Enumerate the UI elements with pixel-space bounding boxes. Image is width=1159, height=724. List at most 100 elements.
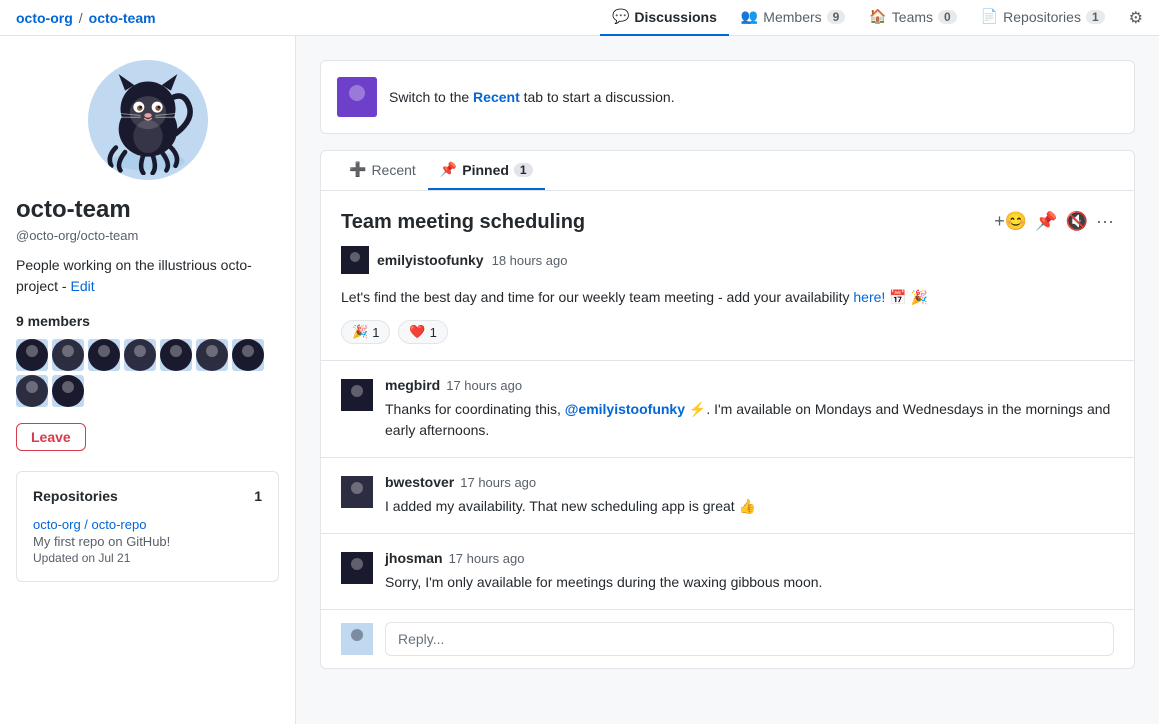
- octocat-svg: [93, 65, 203, 175]
- mention-1[interactable]: @emilyistoofunky: [565, 401, 685, 417]
- comment-1: megbird 17 hours ago Thanks for coordina…: [321, 361, 1134, 458]
- comment-meta-2: bwestover 17 hours ago: [385, 474, 1114, 490]
- comment-time-3: 17 hours ago: [449, 551, 525, 566]
- member-avatar: [88, 339, 120, 371]
- repo-updated: Updated on Jul 21: [33, 551, 262, 565]
- member-avatar: [16, 339, 48, 371]
- more-options-icon[interactable]: ···: [1096, 211, 1114, 232]
- member-avatar: [196, 339, 228, 371]
- comment-time-1: 17 hours ago: [446, 378, 522, 393]
- post-title: Team meeting scheduling: [341, 211, 585, 234]
- main-layout: octo-team @octo-org/octo-team People wor…: [0, 36, 1159, 724]
- comment-meta-1: megbird 17 hours ago: [385, 377, 1114, 393]
- comment-body-2: I added my availability. That new schedu…: [385, 496, 1114, 517]
- mute-icon[interactable]: 🔇: [1066, 211, 1088, 232]
- comment-body-1: Thanks for coordinating this, @emilyisto…: [385, 399, 1114, 441]
- team-description: People working on the illustrious octo-p…: [16, 255, 279, 297]
- settings-icon[interactable]: ⚙: [1129, 8, 1143, 28]
- comment-meta-3: jhosman 17 hours ago: [385, 550, 1114, 566]
- team-avatar: [88, 60, 208, 180]
- pinned-count: 1: [514, 163, 533, 177]
- repositories-section: Repositories 1 octo-org / octo-repo My f…: [16, 471, 279, 582]
- post-time: 18 hours ago: [492, 253, 568, 268]
- sidebar: octo-team @octo-org/octo-team People wor…: [0, 36, 296, 724]
- repo-description: My first repo on GitHub!: [33, 534, 262, 549]
- repositories-count: 1: [254, 488, 262, 504]
- org-link[interactable]: octo-org: [16, 10, 73, 26]
- reaction-party[interactable]: 🎉 1: [341, 320, 390, 344]
- leave-button[interactable]: Leave: [16, 423, 86, 451]
- tab-discussions[interactable]: 💬 Discussions: [600, 0, 729, 36]
- member-avatar: [16, 375, 48, 407]
- tab-discussions-label: Discussions: [634, 9, 716, 25]
- member-avatar: [52, 339, 84, 371]
- post-header: Team meeting scheduling +😊 📌 🔇 ···: [341, 211, 1114, 234]
- member-avatar: [124, 339, 156, 371]
- comment-content-1: megbird 17 hours ago Thanks for coordina…: [385, 377, 1114, 441]
- nav-tabs: 💬 Discussions 👥 Members 9 🏠 Teams 0 📄 Re…: [600, 0, 1143, 36]
- discussions-icon: 💬: [612, 8, 629, 25]
- repo-link[interactable]: octo-org / octo-repo: [33, 517, 146, 532]
- member-avatar: [232, 339, 264, 371]
- tab-teams-label: Teams: [892, 9, 933, 25]
- tab-members-label: Members: [763, 9, 821, 25]
- comment-avatar-2: [341, 476, 373, 508]
- add-reaction-icon[interactable]: +😊: [994, 211, 1027, 232]
- repositories-badge: 1: [1086, 10, 1105, 24]
- comment-avatar-3: [341, 552, 373, 584]
- team-link[interactable]: octo-team: [89, 10, 156, 26]
- member-avatar: [52, 375, 84, 407]
- discussion-tabs-wrapper: ➕ Recent 📌 Pinned 1 Team meeting schedul…: [320, 150, 1135, 669]
- members-icon: 👥: [741, 8, 758, 25]
- post-body: Let's find the best day and time for our…: [341, 286, 1114, 308]
- tab-members[interactable]: 👥 Members 9: [729, 0, 857, 36]
- reply-input[interactable]: Reply...: [385, 622, 1114, 656]
- recent-pin-icon: ➕: [349, 161, 366, 178]
- comment-body-3: Sorry, I'm only available for meetings d…: [385, 572, 1114, 593]
- tab-recent[interactable]: ➕ Recent: [337, 151, 428, 190]
- top-nav: octo-org / octo-team 💬 Discussions 👥 Mem…: [0, 0, 1159, 36]
- reactions: 🎉 1 ❤️ 1: [341, 320, 1114, 344]
- reply-box: Reply...: [321, 610, 1134, 668]
- tab-teams[interactable]: 🏠 Teams 0: [857, 0, 968, 36]
- comment-content-2: bwestover 17 hours ago I added my availa…: [385, 474, 1114, 517]
- reaction-heart[interactable]: ❤️ 1: [398, 320, 447, 344]
- breadcrumb-sep: /: [79, 10, 83, 26]
- discussion-post: Team meeting scheduling +😊 📌 🔇 ··· emily…: [321, 191, 1134, 361]
- pin-action-icon[interactable]: 📌: [1035, 211, 1057, 232]
- discussion-tabs: ➕ Recent 📌 Pinned 1: [321, 151, 1134, 191]
- switch-banner: Switch to the Recent tab to start a disc…: [320, 60, 1135, 134]
- comment-author-2: bwestover: [385, 474, 454, 490]
- pin-icon: 📌: [440, 161, 457, 178]
- members-badge: 9: [827, 10, 846, 24]
- tab-repositories[interactable]: 📄 Repositories 1: [969, 0, 1117, 36]
- edit-link[interactable]: Edit: [70, 278, 94, 294]
- availability-link[interactable]: here!: [853, 289, 885, 305]
- comment-time-2: 17 hours ago: [460, 475, 536, 490]
- teams-icon: 🏠: [869, 8, 886, 25]
- team-name: octo-team: [16, 196, 279, 224]
- tab-recent-label: Recent: [371, 162, 415, 178]
- banner-prefix: Switch to the: [389, 89, 469, 105]
- repo-section-header: Repositories 1: [33, 488, 262, 504]
- banner-avatar: [337, 77, 377, 117]
- comment-author-1: megbird: [385, 377, 440, 393]
- post-meta: emilyistoofunky 18 hours ago: [341, 246, 1114, 274]
- members-header: 9 members: [16, 313, 279, 329]
- comment-author-3: jhosman: [385, 550, 443, 566]
- comment-avatar-1: [341, 379, 373, 411]
- post-author-avatar: [341, 246, 369, 274]
- tab-pinned[interactable]: 📌 Pinned 1: [428, 151, 545, 190]
- post-actions: +😊 📌 🔇 ···: [994, 211, 1114, 232]
- repo-icon: 📄: [981, 8, 998, 25]
- tab-repositories-label: Repositories: [1003, 9, 1081, 25]
- reply-avatar: [341, 623, 373, 655]
- banner-recent-link[interactable]: Recent: [473, 89, 520, 105]
- content-area: Switch to the Recent tab to start a disc…: [296, 36, 1159, 724]
- teams-badge: 0: [938, 10, 957, 24]
- tab-pinned-label: Pinned: [462, 162, 509, 178]
- post-author: emilyistoofunky: [377, 252, 484, 268]
- member-avatars: [16, 339, 279, 407]
- comment-content-3: jhosman 17 hours ago Sorry, I'm only ava…: [385, 550, 1114, 593]
- member-avatar: [160, 339, 192, 371]
